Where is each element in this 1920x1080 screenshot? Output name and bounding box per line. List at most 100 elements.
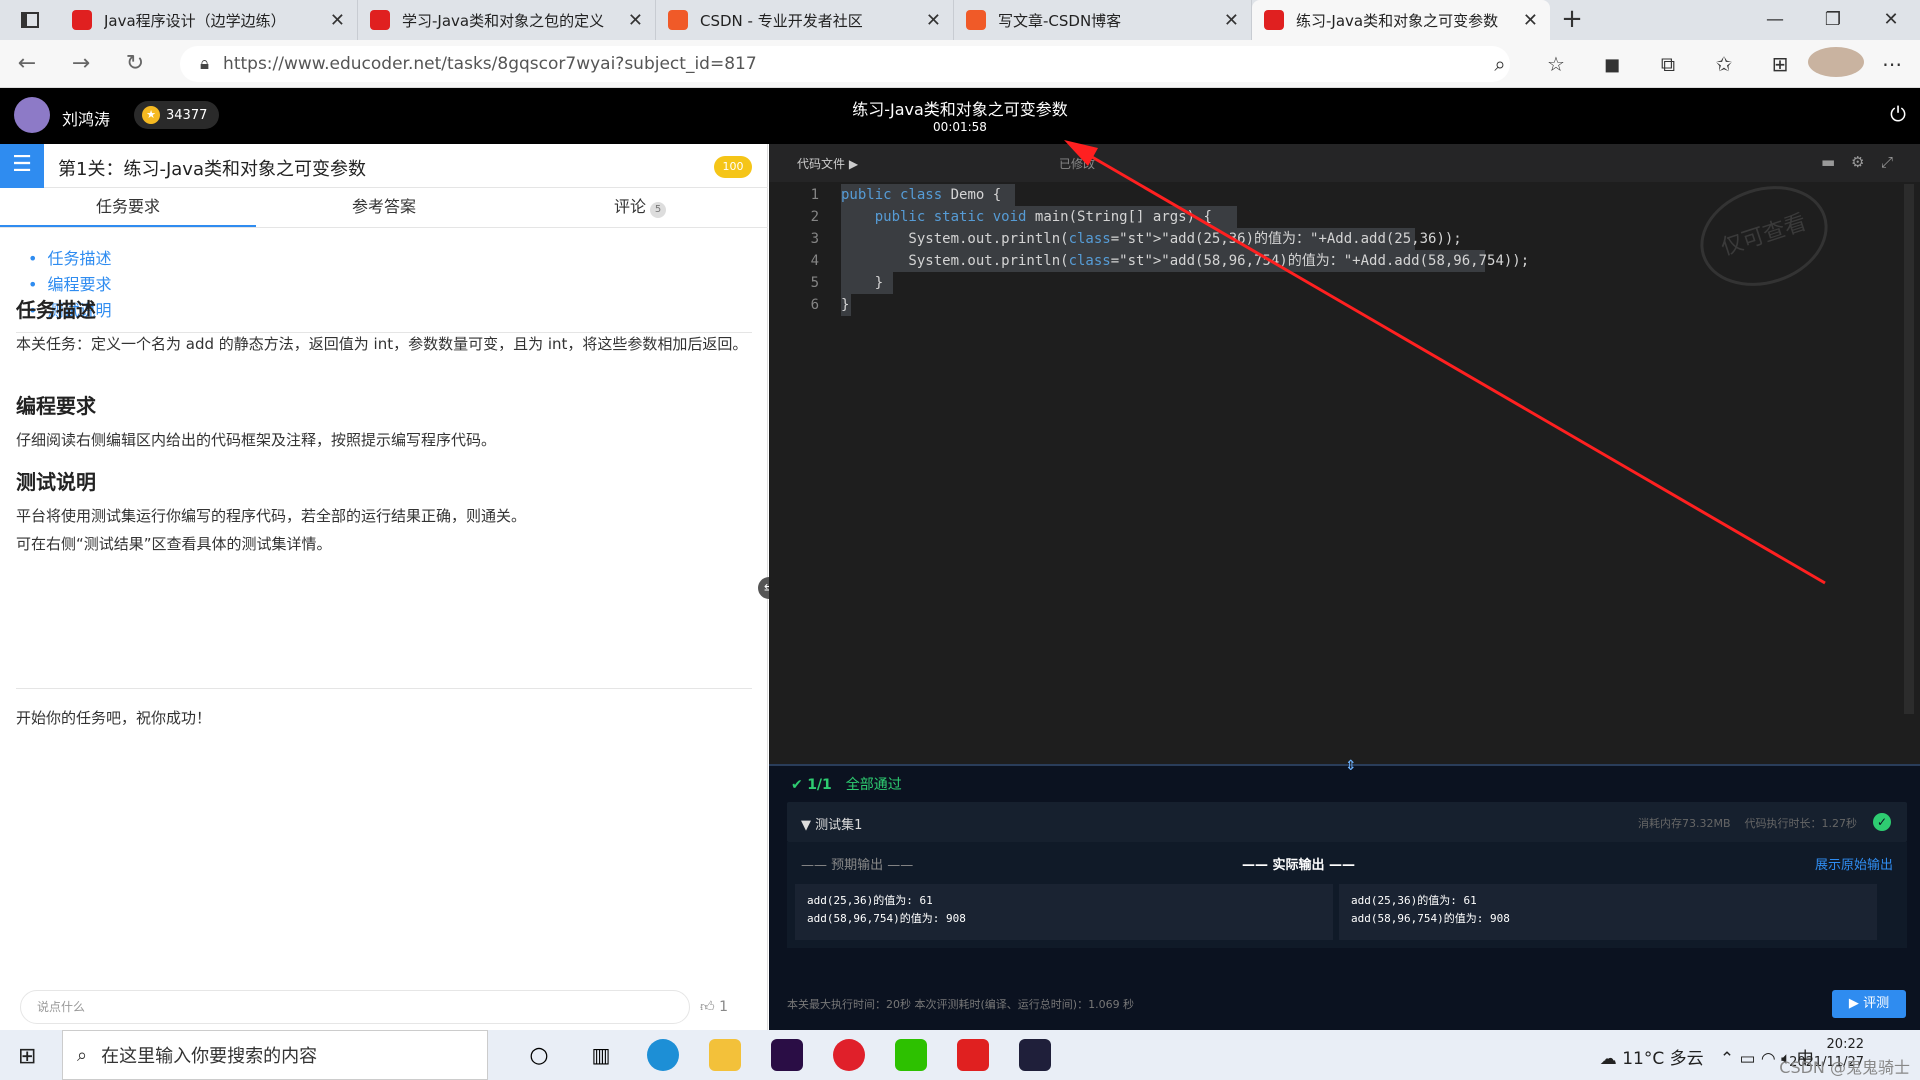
folder-icon[interactable]: ▬: [1821, 153, 1835, 171]
close-tab-icon[interactable]: ✕: [330, 10, 345, 31]
pass-summary: ✔ 1/1 全部通过: [791, 777, 902, 793]
close-window-icon[interactable]: ✕: [1862, 0, 1920, 40]
show-raw-output-link[interactable]: 展示原始输出: [1815, 854, 1893, 873]
view-only-watermark: 仅可查看: [1687, 170, 1841, 302]
output-comparison: —— 预期输出 —— —— 实际输出 —— 展示原始输出 add(25,36)的…: [787, 842, 1907, 948]
close-tab-icon[interactable]: ✕: [1523, 10, 1538, 31]
intellij-icon[interactable]: [1004, 1030, 1066, 1080]
restore-icon[interactable]: ❐: [1804, 0, 1862, 40]
code-files-toggle[interactable]: 代码文件 ▶: [797, 155, 858, 172]
code-editor: 代码文件 ▶ 已修改 ▬ ⚙ ⤢ 1 2 3 4 5 6 public clas…: [769, 144, 1920, 764]
browser-tab-1[interactable]: 学习-Java类和对象之包的定义 ✕: [358, 0, 656, 40]
score-badge: 100: [714, 156, 752, 178]
settings-icon[interactable]: ⚙: [1851, 153, 1864, 171]
new-tab-button[interactable]: +: [1550, 0, 1594, 40]
code-line: public static void main(String[] args) {: [874, 209, 1212, 225]
edge-icon[interactable]: [632, 1030, 694, 1080]
code-line: }: [841, 297, 850, 313]
pass-check-icon: ✓: [1873, 813, 1891, 831]
refresh-icon[interactable]: ↻: [108, 51, 162, 76]
code-line: System.out.println(class="st">"add(58,96…: [841, 253, 1530, 269]
actual-output: add(25,36)的值为: 61 add(58,96,754)的值为: 908: [1339, 884, 1877, 940]
tab-comments[interactable]: 评论 5: [512, 188, 768, 227]
power-icon[interactable]: ⏻: [1890, 102, 1906, 126]
browser-toolbar-icons: ⌕ ☆ ◼ ⧉ ✩ ⊞ ⋯: [1472, 40, 1920, 88]
search-icon: ⌕: [77, 1044, 88, 1066]
extensions-icon[interactable]: ⧉: [1640, 52, 1696, 76]
minimize-icon[interactable]: —: [1746, 0, 1804, 40]
task-description: 本关任务：定义一个名为 add 的静态方法，返回值为 int，参数数量可变，且为…: [16, 335, 748, 353]
modified-label: 已修改: [1059, 157, 1096, 171]
testing-text-2: 可在右侧“测试结果”区查看具体的测试集详情。: [16, 535, 332, 553]
zoom-icon[interactable]: ⌕: [1472, 52, 1528, 76]
favorites-icon[interactable]: ✩: [1696, 52, 1752, 76]
csdn-favicon-icon: [668, 10, 688, 30]
youdao-icon[interactable]: [942, 1030, 1004, 1080]
extension-app-icon[interactable]: ◼: [1584, 52, 1640, 76]
lock-icon: 🔒︎: [200, 54, 210, 74]
code-line: }: [841, 275, 884, 291]
fullscreen-icon[interactable]: ⤢: [1881, 153, 1893, 171]
browser-tab-2[interactable]: CSDN - 专业开发者社区 ✕: [656, 0, 954, 40]
test-results-panel: ⇕ ✔ 1/1 全部通过 ▼ 测试集1 消耗内存73.32MB 代码执行时长：1.…: [769, 758, 1920, 1030]
testing-text-1: 平台将使用测试集运行你编写的程序代码，若全部的运行结果正确，则通关。: [16, 507, 527, 525]
forward-icon[interactable]: →: [54, 51, 108, 76]
windows-taskbar: ⊞ ⌕ 在这里输入你要搜索的内容 ○ ▥ ☁︎ 11°C 多云 ⌃ ▭ ◠ 🔈︎…: [0, 1030, 1920, 1080]
cortana-icon[interactable]: ○: [508, 1030, 570, 1080]
editor-scrollbar[interactable]: [1904, 184, 1914, 714]
weather-icon: ☁︎: [1599, 1049, 1617, 1069]
test-set-meta: 消耗内存73.32MB 代码执行时长：1.27秒: [1637, 817, 1857, 830]
task-view-icon[interactable]: ▥: [570, 1030, 632, 1080]
profile-avatar[interactable]: [1808, 46, 1864, 82]
csdn-favicon-icon: [966, 10, 986, 30]
expected-output: add(25,36)的值为: 61 add(58,96,754)的值为: 908: [795, 884, 1333, 940]
like-button[interactable]: 👍︎ 1: [700, 998, 728, 1015]
windows-start-icon[interactable]: ⊞: [18, 1044, 36, 1069]
premiere-icon[interactable]: [756, 1030, 818, 1080]
browser-tab-0[interactable]: Java程序设计（边学边练） ✕: [60, 0, 358, 40]
url-field[interactable]: 🔒︎ https://www.educoder.net/tasks/8gqsco…: [180, 46, 1510, 82]
comment-input[interactable]: 说点什么: [20, 990, 690, 1024]
close-tab-icon[interactable]: ✕: [926, 10, 941, 31]
back-icon[interactable]: ←: [0, 51, 54, 76]
netease-music-icon[interactable]: [818, 1030, 880, 1080]
educoder-favicon-icon: [370, 10, 390, 30]
requirements-text: 仔细阅读右侧编辑区内给出的代码框架及注释，按照提示编写程序代码。: [16, 431, 497, 449]
close-tab-icon[interactable]: ✕: [628, 10, 643, 31]
toc-link-task[interactable]: 任务描述: [28, 246, 111, 272]
add-favorite-icon[interactable]: ☆: [1528, 52, 1584, 76]
tab-actions-icon[interactable]: [0, 0, 60, 40]
menu-icon[interactable]: ☰: [0, 144, 44, 188]
taskbar-apps: ○ ▥: [508, 1030, 1066, 1080]
page-title: 练习-Java类和对象之可变参数: [852, 100, 1068, 119]
file-explorer-icon[interactable]: [694, 1030, 756, 1080]
actual-output-label: —— 实际输出 ——: [1242, 858, 1356, 873]
app-header: 刘鸿涛 ★ 34377 练习-Java类和对象之可变参数 00:01:58 ⏻: [0, 88, 1920, 144]
timer: 00:01:58: [933, 120, 987, 134]
close-tab-icon[interactable]: ✕: [1224, 10, 1239, 31]
tab-task-requirements[interactable]: 任务要求: [0, 188, 256, 227]
section-heading-task: 任务描述: [16, 298, 96, 322]
collections-icon[interactable]: ⊞: [1752, 52, 1808, 76]
section-heading-requirements: 编程要求: [16, 394, 96, 418]
window-controls: — ❐ ✕: [1746, 0, 1920, 40]
expected-output-label: —— 预期输出 ——: [801, 858, 914, 873]
wechat-icon[interactable]: [880, 1030, 942, 1080]
closing-text: 开始你的任务吧，祝你成功！: [16, 709, 212, 727]
more-icon[interactable]: ⋯: [1864, 52, 1920, 76]
task-panel: ☰ 第1关：练习-Java类和对象之可变参数 100 任务要求 参考答案 评论 5…: [0, 144, 768, 1030]
test-set-name: ▼ 测试集1: [801, 818, 863, 833]
test-set-row[interactable]: ▼ 测试集1 消耗内存73.32MB 代码执行时长：1.27秒 ✓: [787, 802, 1907, 842]
educoder-favicon-icon: [1264, 10, 1284, 30]
browser-tab-bar: Java程序设计（边学边练） ✕ 学习-Java类和对象之包的定义 ✕ CSDN…: [0, 0, 1920, 40]
code-line: System.out.println(class="st">"add(25,36…: [841, 231, 1462, 247]
browser-tab-active[interactable]: 练习-Java类和对象之可变参数 ✕: [1252, 0, 1550, 40]
code-line: public class Demo {: [841, 187, 1002, 203]
browser-tab-3[interactable]: 写文章-CSDN博客 ✕: [954, 0, 1252, 40]
taskbar-search[interactable]: ⌕ 在这里输入你要搜索的内容: [62, 1030, 488, 1080]
evaluate-button[interactable]: ▶ 评测: [1832, 990, 1906, 1018]
task-tabs: 任务要求 参考答案 评论 5: [0, 188, 768, 228]
drag-handle-icon[interactable]: ⇕: [1345, 758, 1357, 774]
divider: [16, 688, 752, 689]
tab-reference-answer[interactable]: 参考答案: [256, 188, 512, 227]
